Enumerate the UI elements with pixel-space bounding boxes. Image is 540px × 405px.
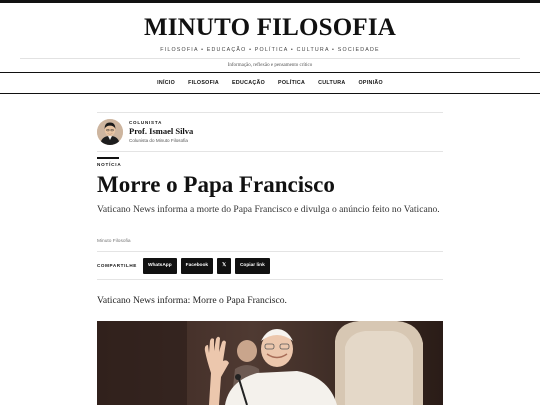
- site-tagline: Informação, reflexão e pensamento crític…: [227, 63, 313, 68]
- site-logo[interactable]: MINUTO FILOSOFIA: [0, 14, 540, 42]
- nav-item-cultura[interactable]: CULTURA: [318, 80, 345, 86]
- share-bar: COMPARTILHE WhatsApp Facebook 𝕏 Copiar l…: [97, 251, 443, 280]
- author-name[interactable]: Prof. Ismael Silva: [129, 126, 193, 137]
- nav-item-inicio[interactable]: INÍCIO: [157, 80, 175, 86]
- main-nav: INÍCIO FILOSOFIA EDUCAÇÃO POLÍTICA CULTU…: [0, 72, 540, 94]
- author-meta: COLUNISTA Prof. Ismael Silva Colunista d…: [129, 120, 193, 144]
- masthead-divider: [20, 58, 520, 59]
- article-photo: [97, 321, 443, 405]
- share-x-button[interactable]: 𝕏: [217, 257, 231, 274]
- article-dek: Vaticano News informa a morte do Papa Fr…: [97, 204, 440, 215]
- top-accent-bar: [0, 0, 540, 3]
- copy-link-button[interactable]: Copiar link: [234, 257, 270, 274]
- nav-item-opiniao[interactable]: OPINIÃO: [358, 80, 382, 86]
- article-headline: Morre o Papa Francisco: [97, 172, 335, 197]
- share-facebook-button[interactable]: Facebook: [180, 257, 214, 274]
- site-sections: FILOSOFIA • EDUCAÇÃO • POLÍTICA • CULTUR…: [160, 47, 380, 53]
- author-role: Colunista do Minuto Filosofia: [129, 138, 188, 143]
- pope-photo-illustration: [97, 321, 443, 405]
- article-kicker: NOTÍCIA: [97, 162, 122, 167]
- author-avatar[interactable]: [97, 119, 123, 145]
- article-source: Minuto Filosofia: [97, 239, 131, 244]
- author-box: COLUNISTA Prof. Ismael Silva Colunista d…: [97, 112, 443, 152]
- article-lead: Vaticano News informa: Morre o Papa Fran…: [97, 295, 287, 306]
- masthead: MINUTO FILOSOFIA FILOSOFIA • EDUCAÇÃO • …: [0, 14, 540, 54]
- nav-item-educacao[interactable]: EDUCAÇÃO: [232, 80, 265, 86]
- avatar-portrait: [97, 119, 123, 145]
- nav-item-politica[interactable]: POLÍTICA: [278, 80, 305, 86]
- share-whatsapp-button[interactable]: WhatsApp: [142, 257, 177, 274]
- share-label: COMPARTILHE: [97, 263, 137, 268]
- kicker-accent-line: [97, 157, 119, 159]
- nav-item-filosofia[interactable]: FILOSOFIA: [188, 80, 219, 86]
